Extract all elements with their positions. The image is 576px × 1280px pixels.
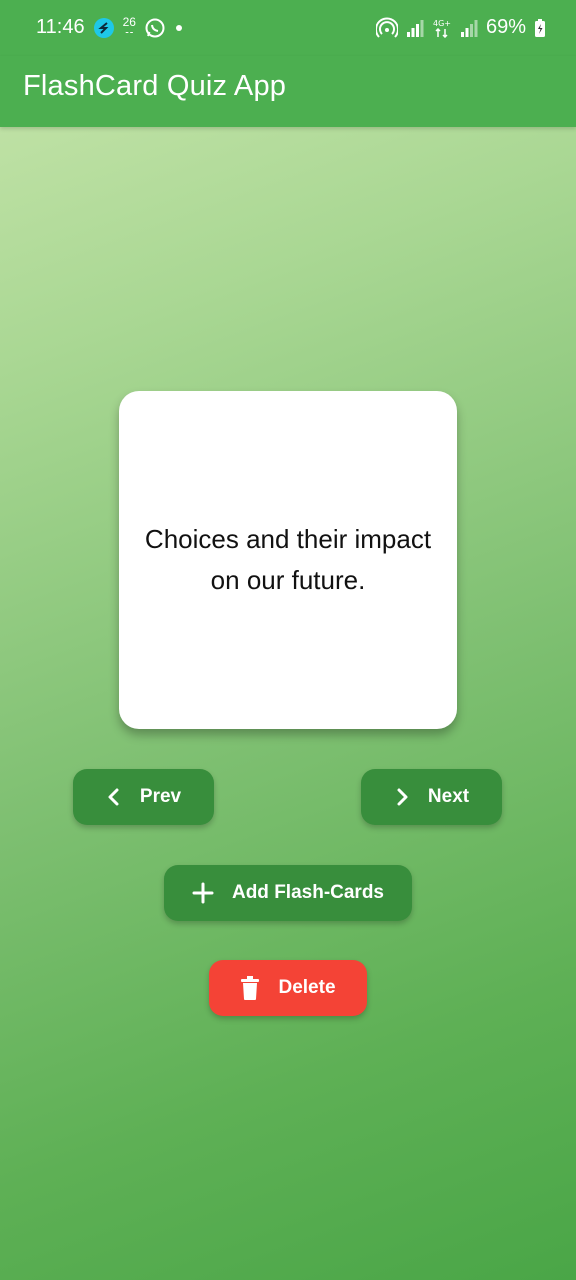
app-notification-icon <box>93 17 115 39</box>
app-bar: FlashCard Quiz App <box>0 56 576 127</box>
notification-badge-number: 26 <box>122 14 136 29</box>
chevron-left-icon <box>106 787 122 807</box>
hotspot-icon <box>375 17 398 39</box>
flashcard-text: Choices and their impact on our future. <box>144 524 432 595</box>
app-title: FlashCard Quiz App <box>23 70 287 102</box>
prev-button[interactable]: Prev <box>73 769 214 825</box>
status-bar: 11:46 26 ⁃⁃ 4G+ 69% <box>0 0 576 56</box>
delete-button-label: Delete <box>278 977 336 998</box>
whatsapp-icon <box>144 17 166 39</box>
battery-charging-icon <box>534 18 546 38</box>
signal-icon-sim1 <box>406 18 424 38</box>
svg-text:4G+: 4G+ <box>433 19 451 28</box>
plus-icon <box>192 882 214 904</box>
delete-button[interactable]: Delete <box>209 960 367 1016</box>
next-button[interactable]: Next <box>361 769 502 825</box>
prev-button-label: Prev <box>139 786 182 807</box>
network-4g-icon: 4G+ <box>432 18 452 38</box>
calendar-badge-icon: 26 ⁃⁃ <box>122 14 136 38</box>
status-left: 11:46 26 ⁃⁃ <box>36 16 184 39</box>
add-flashcards-button-label: Add Flash-Cards <box>231 882 385 903</box>
next-button-label: Next <box>427 786 470 807</box>
add-flashcards-button[interactable]: Add Flash-Cards <box>164 865 412 921</box>
battery-percent: 69% <box>485 16 526 38</box>
status-time: 11:46 <box>36 16 85 38</box>
signal-icon-sim2 <box>460 18 478 38</box>
flashcard[interactable]: Choices and their impact on our future. <box>119 391 457 729</box>
chevron-right-icon <box>394 787 410 807</box>
trash-icon <box>240 975 260 1001</box>
more-notifications-dot-icon <box>174 23 184 33</box>
status-right: 4G+ 69% <box>375 16 546 39</box>
